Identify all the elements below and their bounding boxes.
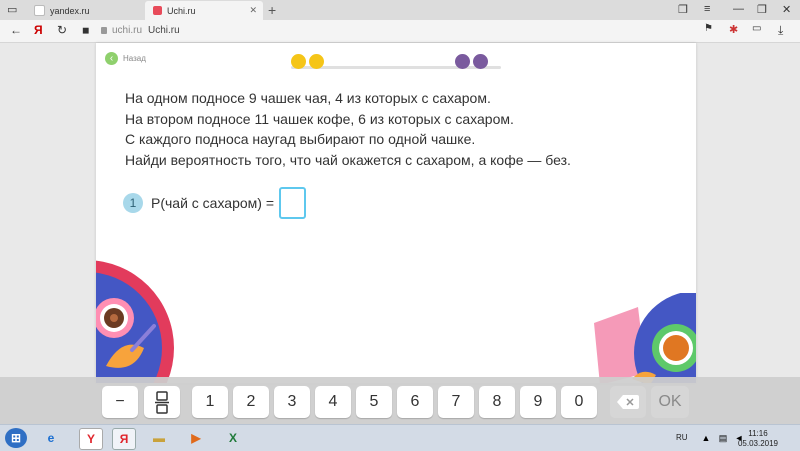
uchi-favicon-icon [153,6,162,15]
problem-text: На одном подносе 9 чашек чая, 4 из котор… [125,88,665,170]
yandex-icon[interactable]: Я [34,23,43,37]
close-tab-icon[interactable]: ✕ [249,5,257,16]
os-taskbar: ⊞ e Y Я ▬ ▶ X RU ▲ ▤ ◄ 11:16 05.03.2019 [0,424,800,451]
protect-icon[interactable]: ◼ [82,25,89,36]
tea-swirl [110,314,118,322]
key-6[interactable]: 6 [397,386,433,418]
question-label: P(чай с сахаром) = [151,195,275,211]
bookmarks-icon[interactable]: ❐ [678,3,688,16]
fraction-icon [155,391,169,414]
reload-icon[interactable]: ↻ [57,23,67,37]
battery-icon: ▭ [752,23,762,34]
tab-label: Uchi.ru [167,5,196,16]
key-8[interactable]: 8 [479,386,515,418]
question-number-badge: 1 [123,193,143,213]
problem-line: На одном подносе 9 чашек чая, 4 из котор… [125,90,491,106]
lock-icon [101,26,107,34]
page-content: ‹ Назад На одном подносе 9 чашек чая, 4 … [0,43,800,424]
internet-explorer-icon[interactable]: e [40,428,62,448]
backspace-icon [617,395,639,409]
progress-indicator [291,54,501,69]
problem-line: Найди вероятность того, что чай окажется… [125,151,571,168]
problem-line: С каждого подноса наугад выбирают по одн… [125,131,476,147]
language-indicator[interactable]: RU [676,433,688,442]
close-window-icon[interactable]: ✕ [782,3,791,16]
file-explorer-icon[interactable]: ▬ [148,428,170,448]
clock-date: 05.03.2019 [737,439,778,448]
key-minus[interactable]: − [102,386,138,418]
coffee [663,335,689,361]
problem-line: На втором подносе 11 чашек кофе, 6 из ко… [125,110,514,127]
key-fraction[interactable] [144,386,180,418]
tea-tray-illustration [96,260,174,383]
address-bar: ← Я ↻ ◼ uchi.ru Uchi.ru ⚑ ✱ ▭ ⤓ [0,20,800,43]
key-3[interactable]: 3 [274,386,310,418]
progress-dot [455,54,470,69]
new-tab-icon[interactable]: + [268,2,276,18]
tab-yandex[interactable]: yandex.ru [26,1,142,20]
media-player-icon[interactable]: ▶ [185,428,207,448]
key-0[interactable]: 0 [561,386,597,418]
answer-input[interactable] [279,187,307,219]
on-screen-keypad: − 1 2 3 4 5 6 7 8 9 0 OK [0,377,800,424]
extension-icon[interactable]: ✱ [729,23,738,36]
question-row: 1 P(чай с сахаром) = [123,187,307,219]
browser-tab-bar: ▭ yandex.ru Uchi.ru ✕ + ❐ ≡ — ❐ ✕ [0,0,800,20]
site-name: uchi.ru [112,25,143,36]
clock-time: 11:16 [748,429,768,438]
key-ok[interactable]: OK [651,386,689,418]
progress-dot [309,54,324,69]
bookmark-icon[interactable]: ⚑ [704,23,713,34]
yandex-taskbar-icon[interactable]: Я [112,428,136,450]
tab-uchi[interactable]: Uchi.ru ✕ [145,1,263,20]
task-card: ‹ Назад На одном подносе 9 чашек чая, 4 … [96,43,696,383]
key-4[interactable]: 4 [315,386,351,418]
system-clock[interactable]: 11:16 05.03.2019 [738,429,778,449]
yandex-browser-icon[interactable]: Y [79,428,103,450]
minimize-icon[interactable]: — [733,3,744,15]
url-field[interactable]: uchi.ru Uchi.ru [101,25,180,36]
downloads-icon[interactable]: ⤓ [778,23,783,38]
progress-dot [291,54,306,69]
coffee-tray-illustration [594,293,696,383]
back-button[interactable]: ‹ Назад [105,52,146,65]
chevron-left-icon: ‹ [105,52,118,65]
start-button-icon[interactable]: ⊞ [5,428,27,448]
page-title: Uchi.ru [148,25,180,36]
progress-dot [473,54,488,69]
key-7[interactable]: 7 [438,386,474,418]
back-arrow-icon[interactable]: ← [10,23,22,37]
tabs-overview-icon[interactable]: ▭ [7,3,17,16]
key-5[interactable]: 5 [356,386,392,418]
menu-icon[interactable]: ≡ [704,3,710,15]
progress-track [291,66,501,69]
tab-label: yandex.ru [50,5,90,16]
key-1[interactable]: 1 [192,386,228,418]
back-label: Назад [123,54,146,63]
key-9[interactable]: 9 [520,386,556,418]
key-2[interactable]: 2 [233,386,269,418]
restore-icon[interactable]: ❐ [757,3,767,16]
excel-icon[interactable]: X [222,428,244,448]
page-icon [34,5,45,16]
key-backspace[interactable] [610,386,646,418]
